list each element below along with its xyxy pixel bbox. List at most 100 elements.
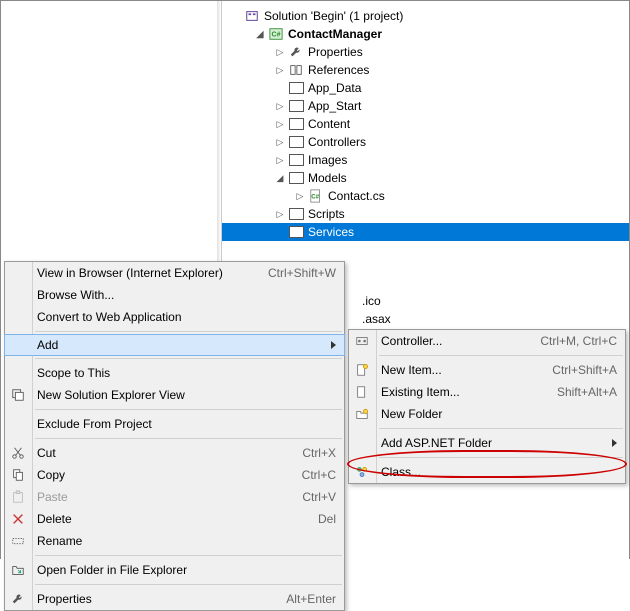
- folder-icon: [288, 134, 304, 150]
- menu-view-in-browser[interactable]: View in Browser (Internet Explorer) Ctrl…: [5, 262, 344, 284]
- copy-icon: [9, 466, 27, 484]
- open-folder-icon: [9, 561, 27, 579]
- node-label: Scripts: [308, 205, 345, 223]
- tree: Solution 'Begin' (1 project) ◢ C# Contac…: [222, 1, 629, 241]
- expander-icon[interactable]: ▷: [274, 154, 286, 166]
- menu-label: New Item...: [381, 363, 528, 377]
- class-icon: [353, 463, 371, 481]
- menu-convert-webapp[interactable]: Convert to Web Application: [5, 306, 344, 328]
- folder-icon: [288, 116, 304, 132]
- solution-label: Solution 'Begin' (1 project): [264, 7, 403, 25]
- tree-node-contactcs[interactable]: ▷ C# Contact.cs: [222, 187, 629, 205]
- cut-icon: [9, 444, 27, 462]
- menu-delete[interactable]: Delete Del: [5, 508, 344, 530]
- menu-separator: [35, 584, 342, 585]
- solution-node[interactable]: Solution 'Begin' (1 project): [222, 7, 629, 25]
- menu-exclude[interactable]: Exclude From Project: [5, 413, 344, 435]
- menu-add[interactable]: Add: [4, 334, 345, 356]
- menu-separator: [35, 409, 342, 410]
- wrench-icon: [9, 590, 27, 608]
- menu-label: Class...: [381, 465, 617, 479]
- menu-label: Existing Item...: [381, 385, 533, 399]
- expander-icon[interactable]: ◢: [254, 28, 266, 40]
- submenu-arrow-icon: [612, 439, 617, 447]
- tree-node-scripts[interactable]: ▷ Scripts: [222, 205, 629, 223]
- csproj-icon: C#: [268, 26, 284, 42]
- node-label: Content: [308, 115, 350, 133]
- new-folder-icon: [353, 405, 371, 423]
- tree-node-appstart[interactable]: ▷ App_Start: [222, 97, 629, 115]
- menu-scope-to-this[interactable]: Scope to This: [5, 362, 344, 384]
- menu-separator: [35, 555, 342, 556]
- tree-node-properties[interactable]: ▷ Properties: [222, 43, 629, 61]
- menu-add-new-item[interactable]: New Item... Ctrl+Shift+A: [349, 359, 625, 381]
- folder-icon: [288, 80, 304, 96]
- node-label: Services: [308, 223, 354, 241]
- menu-label: Paste: [37, 490, 278, 504]
- menu-label: Add: [37, 338, 323, 352]
- menu-rename[interactable]: Rename: [5, 530, 344, 552]
- menu-shortcut: Ctrl+Shift+W: [244, 266, 336, 280]
- menu-add-new-folder[interactable]: New Folder: [349, 403, 625, 425]
- node-label: Images: [308, 151, 347, 169]
- svg-text:C#: C#: [272, 32, 281, 39]
- menu-add-aspnet-folder[interactable]: Add ASP.NET Folder: [349, 432, 625, 454]
- menu-label: Properties: [37, 592, 262, 606]
- menu-label: Controller...: [381, 334, 516, 348]
- delete-icon: [9, 510, 27, 528]
- expander-icon[interactable]: ▷: [274, 46, 286, 58]
- folder-icon: [288, 224, 304, 240]
- expander-icon[interactable]: ▷: [274, 100, 286, 112]
- menu-add-controller[interactable]: Controller... Ctrl+M, Ctrl+C: [349, 330, 625, 352]
- tree-node-references[interactable]: ▷ References: [222, 61, 629, 79]
- csharp-file-icon: C#: [308, 188, 324, 204]
- menu-properties[interactable]: Properties Alt+Enter: [5, 588, 344, 610]
- node-label: App_Start: [308, 97, 361, 115]
- rename-icon: [9, 532, 27, 550]
- expander-icon[interactable]: ▷: [294, 190, 306, 202]
- menu-add-class[interactable]: Class...: [349, 461, 625, 483]
- tree-node-models[interactable]: ◢ Models: [222, 169, 629, 187]
- controller-icon: [353, 332, 371, 350]
- expander-icon[interactable]: ▷: [274, 208, 286, 220]
- tree-node-images[interactable]: ▷ Images: [222, 151, 629, 169]
- submenu-arrow-icon: [331, 341, 336, 349]
- fragment-label: .ico: [362, 292, 381, 310]
- expander-icon[interactable]: ▷: [274, 118, 286, 130]
- menu-label: Delete: [37, 512, 294, 526]
- folder-icon: [288, 170, 304, 186]
- new-item-icon: [353, 361, 371, 379]
- menu-open-folder[interactable]: Open Folder in File Explorer: [5, 559, 344, 581]
- menu-browse-with[interactable]: Browse With...: [5, 284, 344, 306]
- project-node[interactable]: ◢ C# ContactManager: [222, 25, 629, 43]
- folder-icon: [288, 206, 304, 222]
- menu-separator: [35, 331, 342, 332]
- project-label: ContactManager: [288, 25, 382, 43]
- menu-new-explorer-view[interactable]: New Solution Explorer View: [5, 384, 344, 406]
- menu-label: Copy: [37, 468, 278, 482]
- menu-shortcut: Del: [294, 512, 336, 526]
- new-explorer-icon: [9, 386, 27, 404]
- menu-shortcut: Ctrl+M, Ctrl+C: [516, 334, 617, 348]
- menu-label: Rename: [37, 534, 336, 548]
- menu-paste: Paste Ctrl+V: [5, 486, 344, 508]
- menu-shortcut: Ctrl+C: [278, 468, 336, 482]
- tree-node-appdata[interactable]: ▷ App_Data: [222, 79, 629, 97]
- node-label: Controllers: [308, 133, 366, 151]
- tree-node-content[interactable]: ▷ Content: [222, 115, 629, 133]
- tree-node-controllers[interactable]: ▷ Controllers: [222, 133, 629, 151]
- menu-separator: [379, 457, 623, 458]
- menu-copy[interactable]: Copy Ctrl+C: [5, 464, 344, 486]
- tree-node-services-selected[interactable]: ▷ Services: [222, 223, 629, 241]
- node-label: App_Data: [308, 79, 361, 97]
- expander-icon[interactable]: ▷: [274, 64, 286, 76]
- menu-add-existing-item[interactable]: Existing Item... Shift+Alt+A: [349, 381, 625, 403]
- node-label: Contact.cs: [328, 187, 385, 205]
- obscured-file-ico: .ico: [362, 292, 381, 310]
- expander-icon[interactable]: ▷: [274, 136, 286, 148]
- menu-shortcut: Shift+Alt+A: [533, 385, 617, 399]
- folder-icon: [288, 98, 304, 114]
- expander-icon[interactable]: ◢: [274, 172, 286, 184]
- menu-label: Exclude From Project: [37, 417, 336, 431]
- menu-cut[interactable]: Cut Ctrl+X: [5, 442, 344, 464]
